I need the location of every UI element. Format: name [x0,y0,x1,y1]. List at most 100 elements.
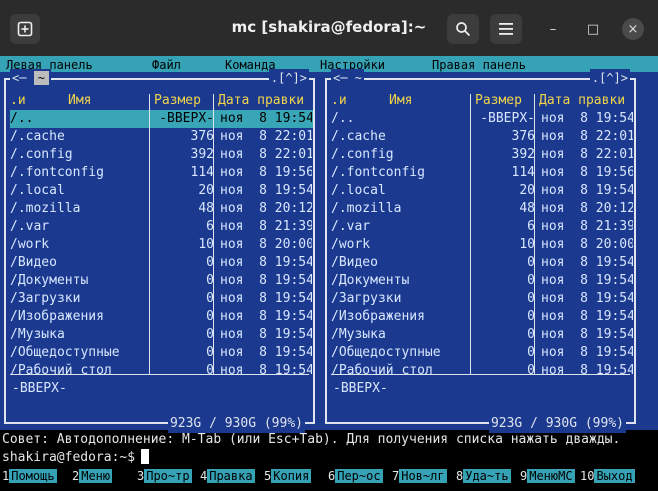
left-panel-arrow: <─ [12,71,27,85]
file-row[interactable]: /Рабочий стол 0 ноя 8 19:54 [331,362,634,380]
file-row[interactable]: /.fontconfig 114 ноя 8 19:56 [10,164,313,182]
right-panel-header: .и Имя Размер Дата правки [331,92,634,110]
hamburger-icon [499,23,513,35]
fkey-10[interactable]: 10 Выход [580,467,635,485]
file-row[interactable]: /Изображения 0 ноя 8 19:54 [331,308,634,326]
file-row[interactable]: /.. -ВВЕРХ-ноя 8 19:54 [10,110,313,128]
left-mini-separator [10,374,309,375]
file-name: /Изображения [331,309,425,324]
file-name: /Видео [331,255,378,270]
file-size: 0 [527,273,535,288]
fkey-1[interactable]: 1 Помощь [2,467,57,485]
col-sort[interactable]: .и [10,92,26,110]
col-date[interactable]: Дата правки [218,92,304,110]
file-date: ноя 8 19:54 [541,327,633,342]
file-row[interactable]: /Рабочий стол 0 ноя 8 19:54 [10,362,313,380]
file-row[interactable]: /.config 392 ноя 8 22:01 [331,146,634,164]
left-panel[interactable]: <─ ~ .[^]> .и Имя Размер Дата правки /..… [4,69,315,433]
prompt-text: shakira@fedora:~$ [2,450,136,465]
file-row[interactable]: /.var 6 ноя 8 21:39 [331,218,634,236]
menu-button[interactable] [490,14,522,44]
maximize-button[interactable]: □ [582,18,604,40]
file-name: /Музыка [10,327,65,342]
right-panel-path[interactable]: ~ [355,71,362,85]
file-row[interactable]: /Документы 0 ноя 8 19:54 [331,272,634,290]
file-row[interactable]: /Документы 0 ноя 8 19:54 [10,272,313,290]
fkey-4[interactable]: 4 Правка [200,467,255,485]
minimize-button[interactable]: – [542,18,564,40]
file-row[interactable]: /Загрузки 0 ноя 8 19:54 [10,290,313,308]
right-mini-separator [331,374,630,375]
close-button[interactable]: × [622,18,644,40]
file-row[interactable]: /work 10 ноя 8 20:00 [10,236,313,254]
file-name: /Общедоступные [331,345,441,360]
fkey-3[interactable]: 3 Про~тр [137,467,192,485]
fkey-5[interactable]: 5 Копия [264,467,312,485]
file-row[interactable]: /.fontconfig 114 ноя 8 19:56 [331,164,634,182]
terminal-area[interactable]: Левая панель Файл Команда Настройки Прав… [0,56,658,491]
file-date: ноя 8 20:12 [541,201,633,216]
file-date: ноя 8 21:39 [541,219,633,234]
file-row[interactable]: /Музыка 0 ноя 8 19:54 [331,326,634,344]
fkey-2[interactable]: 2 Меню [72,467,113,485]
fkey-7[interactable]: 7 Нов~лг [392,467,447,485]
file-row[interactable]: /.mozilla 48 ноя 8 20:12 [331,200,634,218]
file-size: 0 [206,255,214,270]
file-row[interactable]: /Видео 0 ноя 8 19:54 [10,254,313,272]
file-size: 0 [206,291,214,306]
file-row[interactable]: /Изображения 0 ноя 8 19:54 [10,308,313,326]
left-panel-path[interactable]: ~ [33,71,49,85]
right-panel[interactable]: <─ ~ .[^]> .и Имя Размер Дата правки /..… [325,69,636,433]
file-size: -ВВЕРХ- [159,111,214,126]
search-icon [456,22,471,37]
file-row[interactable]: /.. -ВВЕРХ-ноя 8 19:54 [331,110,634,128]
left-panel-corner[interactable]: .[^]> [268,69,309,85]
col-size[interactable]: Размер [154,92,201,110]
file-name: /Рабочий стол [331,363,433,378]
window-titlebar: mc [shakira@fedora]:~ – □ × [0,0,658,56]
file-row[interactable]: /Общедоступные 0 ноя 8 19:54 [331,344,634,362]
left-panel-header: .и Имя Размер Дата правки [10,92,313,110]
file-row[interactable]: /Общедоступные 0 ноя 8 19:54 [10,344,313,362]
right-col-sep-1 [470,94,471,374]
search-button[interactable] [447,14,479,44]
file-name: /.var [10,219,50,234]
file-date: ноя 8 20:12 [220,201,312,216]
file-row[interactable]: /Музыка 0 ноя 8 19:54 [10,326,313,344]
file-row[interactable]: /.cache 376 ноя 8 22:01 [331,128,634,146]
col-name[interactable]: Имя [389,92,412,110]
col-date[interactable]: Дата правки [539,92,625,110]
right-panel-arrow: <─ [333,71,348,85]
file-row[interactable]: /.mozilla 48 ноя 8 20:12 [10,200,313,218]
fkey-6[interactable]: 6 Пер~ос [328,467,383,485]
file-name: /.fontconfig [10,165,104,180]
file-row[interactable]: /.var 6 ноя 8 21:39 [10,218,313,236]
file-name: /.config [331,147,394,162]
fkey-8[interactable]: 8 Уда~ть [456,467,511,485]
file-row[interactable]: /.cache 376 ноя 8 22:01 [10,128,313,146]
file-date: ноя 8 20:00 [220,237,312,252]
file-row[interactable]: /Видео 0 ноя 8 19:54 [331,254,634,272]
col-sort[interactable]: .и [331,92,347,110]
file-size: 0 [527,255,535,270]
file-size: 0 [527,327,535,342]
file-date: ноя 8 19:54 [220,255,312,270]
file-size: 0 [206,309,214,324]
file-row[interactable]: /work 10 ноя 8 20:00 [331,236,634,254]
col-name[interactable]: Имя [68,92,91,110]
col-size[interactable]: Размер [475,92,522,110]
file-name: /Общедоступные [10,345,120,360]
file-date: ноя 8 19:56 [220,165,312,180]
file-row[interactable]: /Загрузки 0 ноя 8 19:54 [331,290,634,308]
file-size: 376 [190,129,214,144]
file-date: ноя 8 19:54 [220,327,312,342]
file-row[interactable]: /.config 392 ноя 8 22:01 [10,146,313,164]
left-col-sep-2 [213,94,214,374]
command-prompt[interactable]: shakira@fedora:~$ [2,449,150,467]
file-row[interactable]: /.local 20 ноя 8 19:54 [10,182,313,200]
file-row[interactable]: /.local 20 ноя 8 19:54 [331,182,634,200]
fkey-9[interactable]: 9 МенюMC [520,467,575,485]
file-size: 6 [206,219,214,234]
file-size: 392 [190,147,214,162]
right-panel-corner[interactable]: .[^]> [589,69,630,85]
